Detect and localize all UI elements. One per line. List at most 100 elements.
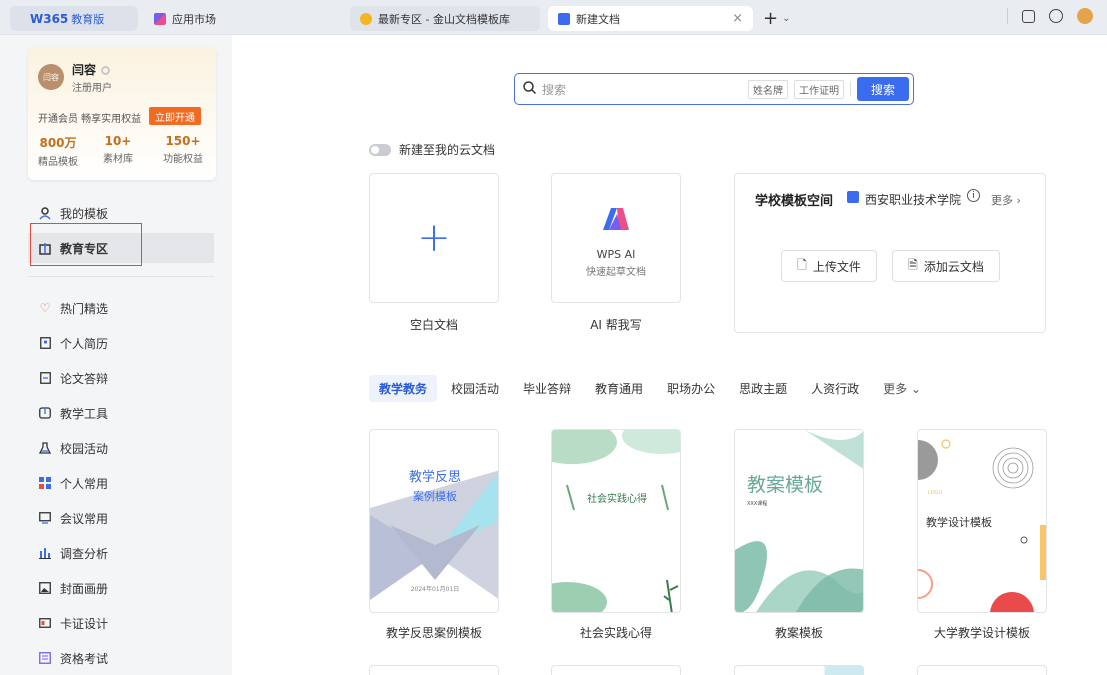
search-button[interactable]: 搜索 [856,77,909,101]
thesis-icon [38,371,52,385]
tab-hr-admin[interactable]: 人资行政 [811,380,859,397]
stat-label: 功能权益 [163,154,203,165]
template-card-reflection[interactable]: 教学反思 案例模板 2024年01月01日 [369,429,499,613]
close-tab-icon[interactable]: × [732,11,743,26]
stat-num: 150+ [165,134,201,148]
resume-icon [38,336,52,350]
divider [1007,8,1008,24]
divider [849,82,851,96]
template-cover-subtitle: XXX课程 [747,501,768,507]
vip-open-button[interactable]: 立即开通 [149,107,201,125]
template-cover-title: 教学设计模板 [926,516,992,529]
book-icon [38,406,52,420]
template-card-preview[interactable] [917,665,1047,675]
add-cloud-doc-button[interactable]: 🗎 添加云文档 [892,250,1000,282]
sidebar-item-resume[interactable]: 个人简历 [28,328,214,358]
template-card-social-practice[interactable]: 社会实践心得 [551,429,681,613]
template-cover-title: 社会实践心得 [587,494,647,505]
tab-w365-education[interactable]: W365 教育版 [10,6,138,31]
sidebar-item-label: 我的模板 [60,206,109,221]
school-more-link[interactable]: 更多 › [991,192,1021,208]
user-name-text: 闫容 [72,63,97,77]
tab-education-general[interactable]: 教育通用 [595,380,643,397]
school-template-space: 学校模板空间 西安职业技术学院 i 更多 › 🗋 上传文件 🗎 添加云文档 [734,173,1046,333]
sidebar-item-label: 会议常用 [60,511,109,526]
template-card-lesson-plan[interactable]: 教案模板 XXX课程 [734,429,864,613]
new-tab-button[interactable]: + ⌄ [763,6,790,31]
search-chip-name-card[interactable]: 姓名牌 [747,79,788,99]
stat-features[interactable]: 150+ 功能权益 [163,134,203,165]
template-cover-title: 教学反思 [408,470,461,485]
cloud-toggle-row[interactable]: 新建至我的云文档 [369,141,495,158]
template-card-teaching-design[interactable]: LOGO 教学设计模板 [917,429,1047,613]
chevron-down-icon: ⌄ [782,13,791,24]
sidebar-item-survey[interactable]: 调查分析 [28,538,214,568]
category-tabs: 教学教务 校园活动 毕业答辩 教育通用 职场办公 思政主题 人资行政 更多 ⌄ [369,375,945,402]
stat-materials[interactable]: 10+ 素材库 [103,134,133,165]
cloud-toggle-label: 新建至我的云文档 [399,143,496,157]
tab-political-theme[interactable]: 思政主题 [739,380,787,397]
template-card-preview[interactable] [551,665,681,675]
sidebar-item-label: 封面画册 [60,581,109,596]
sidebar-item-exam[interactable]: 资格考试 [28,643,214,673]
tab-campus-activities[interactable]: 校园活动 [451,380,499,397]
template-card-preview[interactable] [369,665,499,675]
sidebar-item-label: 资格考试 [60,651,109,666]
upload-file-button[interactable]: 🗋 上传文件 [781,250,877,282]
sidebar-item-label: 热门精选 [60,301,109,316]
template-label: 社会实践心得 [579,626,652,640]
new-doc-icon [558,12,570,25]
sidebar-item-card[interactable]: 卡证设计 [28,608,214,638]
grid-icon [38,476,52,490]
cloud-toggle-switch[interactable] [369,143,391,156]
wps-ai-logo-icon [603,208,629,230]
sidebar-item-campus[interactable]: 校园活动 [28,433,214,463]
ai-write-card[interactable]: WPS AI 快速起草文档 [551,173,681,303]
search-chip-work-proof[interactable]: 工作证明 [793,79,844,99]
search-input[interactable]: 搜索 [542,81,748,98]
tab-new-document[interactable]: 新建文档 × [548,6,753,31]
info-icon[interactable]: i [967,189,980,202]
tab-graduation-defense[interactable]: 毕业答辩 [523,380,571,397]
ai-card-title: WPS AI [596,248,636,261]
avatar[interactable]: 闫容 [38,64,64,90]
template-cover-logo: LOGO [928,490,943,496]
tab-workplace-office[interactable]: 职场办公 [667,380,715,397]
school-name: 西安职业技术学院 [865,193,962,207]
cube-icon[interactable] [1049,9,1063,23]
sidebar-item-label: 论文答辩 [60,371,109,386]
vip-promo-text: 开通会员 畅享实用权益 [38,114,142,125]
school-space-title: 学校模板空间 [755,194,834,209]
exam-icon [38,651,52,665]
template-cover-date: 2024年01月01日 [410,586,460,593]
user-role: 注册用户 [72,83,112,94]
tab-teaching-affairs[interactable]: 教学教务 [369,375,438,402]
sidebar-item-label: 校园活动 [60,441,109,456]
window-copy-icon[interactable] [1022,9,1035,23]
tab-app-market[interactable]: 应用市场 [144,6,230,31]
template-label: 大学教学设计模板 [933,626,1030,640]
sidebar-item-meeting[interactable]: 会议常用 [28,503,214,533]
sidebar-item-cover[interactable]: 封面画册 [28,573,214,603]
school-badge-icon [847,191,859,203]
search-bar[interactable]: 搜索 姓名牌 工作证明 搜索 [514,73,914,105]
sidebar-item-thesis[interactable]: 论文答辩 [28,363,214,393]
blank-doc-card[interactable]: + [369,173,499,303]
tab-wps-template-library[interactable]: 最新专区 - 金山文档模板库 [350,6,540,31]
status-dot-icon [101,66,111,75]
sidebar-item-teaching-tools[interactable]: 教学工具 [28,398,214,428]
plus-icon: + [763,8,779,29]
search-icon [523,81,537,97]
edu-edition-label: 教育版 [71,12,105,26]
template-card-preview[interactable] [734,665,864,675]
template-cover-subtitle: 案例模板 [413,490,457,503]
stat-templates[interactable]: 800万 精品模板 [38,134,78,168]
app-market-icon [154,12,166,25]
tab-more[interactable]: 更多 ⌄ [883,380,921,397]
template-label: 教学反思案例模板 [385,626,482,640]
sidebar-item-personal[interactable]: 个人常用 [28,468,214,498]
member-card: 闫容 闫容 注册用户 开通会员 畅享实用权益 立即开通 800万 精品模板 10… [28,47,216,180]
template-cover-image [735,430,863,612]
user-avatar-icon[interactable] [1077,8,1093,24]
sidebar-item-hot[interactable]: ♡ 热门精选 [28,293,214,323]
